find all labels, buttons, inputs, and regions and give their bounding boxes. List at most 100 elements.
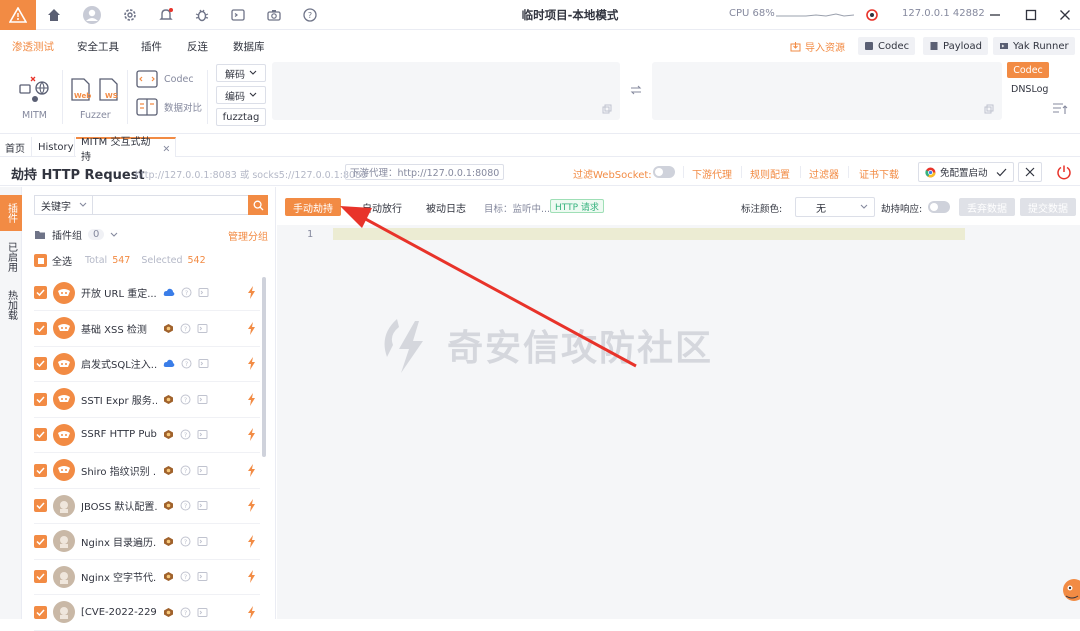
data-compare-tool[interactable]: 数据对比 [136, 98, 202, 116]
menu-pentest[interactable]: 渗透测试 [12, 39, 54, 54]
help-icon[interactable]: ? [181, 358, 192, 369]
terminal-icon[interactable] [197, 500, 208, 511]
plugin-search-input[interactable] [92, 195, 249, 215]
close-config-button[interactable] [1018, 162, 1042, 182]
terminal-icon[interactable] [198, 358, 209, 369]
lightning-icon[interactable] [247, 321, 256, 335]
help-icon[interactable]: ? [180, 465, 191, 476]
help-icon[interactable]: ? [180, 607, 191, 618]
lightning-icon[interactable] [247, 570, 256, 583]
import-resources-button[interactable]: 导入资源 [784, 37, 851, 55]
hijack-response-switch[interactable] [928, 201, 950, 213]
cert-download-link[interactable]: 证书下载 [859, 166, 899, 181]
mascot-icon[interactable] [1060, 576, 1080, 604]
plugin-list-item[interactable]: 开放 URL 重定...? [34, 275, 260, 311]
vtab-enabled[interactable]: 已启用 [0, 237, 22, 277]
lightning-icon[interactable] [247, 357, 256, 370]
lightning-icon[interactable] [247, 286, 256, 299]
passive-log-button[interactable]: 被动日志 [418, 198, 474, 216]
plugin-list-item[interactable]: Nginx 空字节代...? [34, 559, 260, 595]
codec-side-button[interactable]: Codec [1007, 62, 1049, 78]
terminal-icon[interactable] [197, 607, 208, 618]
tab-mitm[interactable]: MITM 交互式劫持 [76, 137, 176, 163]
power-icon[interactable] [1056, 164, 1072, 180]
lightning-icon[interactable] [247, 428, 256, 441]
discard-data-button[interactable]: 丢弃数据 [959, 198, 1015, 216]
vtab-plugins[interactable]: 插件 [0, 195, 22, 231]
terminal-icon[interactable] [197, 429, 208, 440]
manual-hijack-button[interactable]: 手动劫持 [285, 198, 341, 216]
plugin-search-button[interactable] [248, 195, 268, 215]
swap-icon[interactable] [630, 84, 642, 96]
plugin-checkbox[interactable] [34, 392, 47, 406]
tab-home[interactable]: 首页 [0, 137, 32, 157]
plugin-list-item[interactable]: SSTI Expr 服务...? [34, 382, 260, 418]
lightning-icon[interactable] [247, 499, 256, 512]
close-icon[interactable] [1055, 5, 1075, 25]
codec-input-area[interactable] [272, 62, 620, 120]
decode-select[interactable]: 解码 [216, 64, 266, 82]
gear-icon[interactable] [120, 5, 140, 25]
submit-data-button[interactable]: 提交数据 [1020, 198, 1076, 216]
camera-icon[interactable] [264, 5, 284, 25]
terminal-icon[interactable] [197, 394, 208, 405]
menu-database[interactable]: 数据库 [233, 39, 265, 54]
help-icon[interactable]: ? [180, 536, 191, 547]
collapse-icon[interactable] [1052, 102, 1068, 116]
yakit-logo-icon[interactable] [0, 0, 36, 30]
home-icon[interactable] [44, 5, 64, 25]
codec-tool[interactable]: Codec [136, 70, 194, 88]
lightning-icon[interactable] [247, 463, 256, 477]
filter-link[interactable]: 过滤器 [809, 166, 839, 181]
help-icon[interactable]: ? [300, 5, 320, 25]
terminal-icon[interactable] [197, 571, 208, 582]
plugin-checkbox[interactable] [34, 570, 47, 583]
tab-close-icon[interactable] [163, 145, 170, 152]
request-code-editor[interactable]: 1 奇安信攻防社区 [277, 225, 1080, 619]
plugin-list-item[interactable]: Shiro 指纹识别 ...? [34, 453, 260, 489]
terminal-icon[interactable] [197, 465, 208, 476]
plugin-list-item[interactable]: 启发式SQL注入...? [34, 346, 260, 382]
ws-fuzzer-tool[interactable]: WS [98, 78, 120, 102]
plugin-list-scrollbar[interactable] [262, 277, 266, 457]
engine-icon[interactable] [862, 5, 882, 25]
terminal-icon[interactable] [197, 536, 208, 547]
keyword-select[interactable]: 关键字 [34, 195, 92, 215]
rule-config-link[interactable]: 规则配置 [750, 166, 790, 181]
filter-websocket-switch[interactable] [653, 166, 675, 178]
lightning-icon[interactable] [247, 392, 256, 406]
vtab-hot-reload[interactable]: 热加载 [0, 285, 22, 325]
plugin-checkbox[interactable] [34, 534, 47, 548]
tab-history[interactable]: History [33, 137, 75, 157]
terminal-icon[interactable] [198, 287, 209, 298]
menu-reverse[interactable]: 反连 [187, 39, 208, 54]
terminal-icon[interactable] [197, 323, 208, 334]
plugin-checkbox[interactable] [34, 463, 47, 477]
downstream-proxy-link[interactable]: 下游代理 [692, 166, 732, 181]
plugin-list-item[interactable]: JBOSS 默认配置...? [34, 488, 260, 524]
plugin-group-selector[interactable]: 插件组 0 [34, 227, 118, 242]
plugin-checkbox[interactable] [34, 428, 47, 441]
lightning-icon[interactable] [247, 534, 256, 548]
bug-icon[interactable] [192, 5, 212, 25]
codec-output-area[interactable] [652, 62, 1002, 120]
mark-color-select[interactable]: 无 [795, 197, 875, 217]
fuzztag-button[interactable]: fuzztag [216, 108, 266, 126]
maximize-icon[interactable] [1021, 5, 1041, 25]
help-icon[interactable]: ? [180, 323, 191, 334]
yak-runner-shortcut-button[interactable]: Yak Runner [993, 37, 1075, 55]
codec-shortcut-button[interactable]: Codec [858, 37, 916, 55]
plugin-checkbox[interactable] [34, 605, 47, 619]
menu-security-tools[interactable]: 安全工具 [77, 39, 119, 54]
plugin-checkbox[interactable] [34, 357, 47, 370]
plugin-checkbox[interactable] [34, 321, 47, 335]
plugin-list-item[interactable]: 基础 XSS 检测? [34, 311, 260, 347]
no-config-start-button[interactable]: 免配置启动 [918, 162, 1014, 182]
help-icon[interactable]: ? [180, 394, 191, 405]
minimize-icon[interactable] [985, 5, 1005, 25]
help-icon[interactable]: ? [181, 287, 192, 298]
payload-shortcut-button[interactable]: Payload [923, 37, 988, 55]
web-fuzzer-tool[interactable]: Web [70, 78, 92, 102]
mitm-tool[interactable] [18, 75, 52, 105]
plugin-checkbox[interactable] [34, 499, 47, 512]
